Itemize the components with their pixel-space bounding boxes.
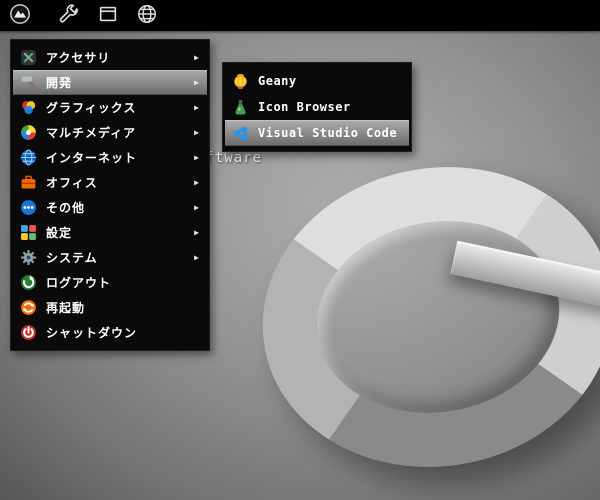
menu-item-label: ログアウト xyxy=(46,274,111,291)
settings-icon xyxy=(20,224,37,241)
globe-icon xyxy=(136,3,158,28)
menu-item-label: インターネット xyxy=(46,149,137,166)
multimedia-icon xyxy=(20,124,37,141)
menu-item-restart[interactable]: 再起動 xyxy=(13,295,207,320)
submenu-item-label: Visual Studio Code xyxy=(258,126,397,140)
development-submenu: Geany Icon Browser Visual Studio Code xyxy=(222,62,412,152)
vscode-icon xyxy=(232,125,249,142)
system-icon xyxy=(20,249,37,266)
menu-item-logout[interactable]: ログアウト xyxy=(13,270,207,295)
office-icon xyxy=(20,174,37,191)
menu-item-label: オフィス xyxy=(46,174,98,191)
others-icon xyxy=(20,199,37,216)
g-emblem-ring xyxy=(239,140,600,495)
submenu-arrow-icon: ▶ xyxy=(194,153,200,162)
menu-item-others[interactable]: その他 ▶ xyxy=(13,195,207,220)
menu-item-label: その他 xyxy=(46,199,85,216)
submenu-arrow-icon: ▶ xyxy=(194,128,200,137)
menu-item-shutdown[interactable]: シャットダウン xyxy=(13,320,207,345)
menu-item-label: システム xyxy=(46,249,98,266)
development-icon xyxy=(20,74,37,91)
menu-item-label: シャットダウン xyxy=(46,324,137,341)
app-menu-button[interactable] xyxy=(7,3,33,29)
logout-icon xyxy=(20,274,37,291)
submenu-arrow-icon: ▶ xyxy=(194,78,200,87)
menu-item-label: マルチメディア xyxy=(46,124,136,141)
restart-icon xyxy=(20,299,37,316)
submenu-arrow-icon: ▶ xyxy=(194,203,200,212)
network-globe-button[interactable] xyxy=(134,3,160,29)
menu-item-label: グラフィックス xyxy=(46,99,136,116)
window-list-button[interactable] xyxy=(95,3,121,29)
shutdown-icon xyxy=(20,324,37,341)
menu-item-label: 設定 xyxy=(46,224,72,241)
menu-item-internet[interactable]: インターネット ▶ xyxy=(13,145,207,170)
menu-item-label: 再起動 xyxy=(46,299,85,316)
menu-item-label: 開発 xyxy=(46,74,72,91)
tools-button[interactable] xyxy=(56,3,82,29)
icon-browser-icon xyxy=(232,99,249,116)
submenu-item-label: Geany xyxy=(258,74,297,88)
submenu-item-label: Icon Browser xyxy=(258,100,351,114)
submenu-arrow-icon: ▶ xyxy=(194,253,200,262)
submenu-arrow-icon: ▶ xyxy=(194,103,200,112)
submenu-item-icon-browser[interactable]: Icon Browser xyxy=(225,94,409,120)
menu-item-accessories[interactable]: アクセサリ ▶ xyxy=(13,45,207,70)
menu-item-system[interactable]: システム ▶ xyxy=(13,245,207,270)
submenu-arrow-icon: ▶ xyxy=(194,228,200,237)
accessories-icon xyxy=(20,49,37,66)
applications-menu: アクセサリ ▶ 開発 ▶ グラフィックス ▶ マルチメディア ▶ インターネット… xyxy=(10,39,210,351)
menu-item-label: アクセサリ xyxy=(46,49,110,66)
menu-item-settings[interactable]: 設定 ▶ xyxy=(13,220,207,245)
internet-icon xyxy=(20,149,37,166)
geany-icon xyxy=(232,73,249,90)
submenu-item-visual-studio-code[interactable]: Visual Studio Code xyxy=(225,120,409,146)
submenu-item-geany[interactable]: Geany xyxy=(225,68,409,94)
menu-item-graphics[interactable]: グラフィックス ▶ xyxy=(13,95,207,120)
menu-item-development[interactable]: 開発 ▶ xyxy=(13,70,207,95)
menu-item-multimedia[interactable]: マルチメディア ▶ xyxy=(13,120,207,145)
menu-item-office[interactable]: オフィス ▶ xyxy=(13,170,207,195)
window-icon xyxy=(97,3,119,28)
submenu-arrow-icon: ▶ xyxy=(194,53,200,62)
app-menu-logo-icon xyxy=(9,3,31,28)
submenu-arrow-icon: ▶ xyxy=(194,178,200,187)
wrench-icon xyxy=(58,3,80,28)
graphics-icon xyxy=(20,99,37,116)
taskbar xyxy=(0,0,600,31)
